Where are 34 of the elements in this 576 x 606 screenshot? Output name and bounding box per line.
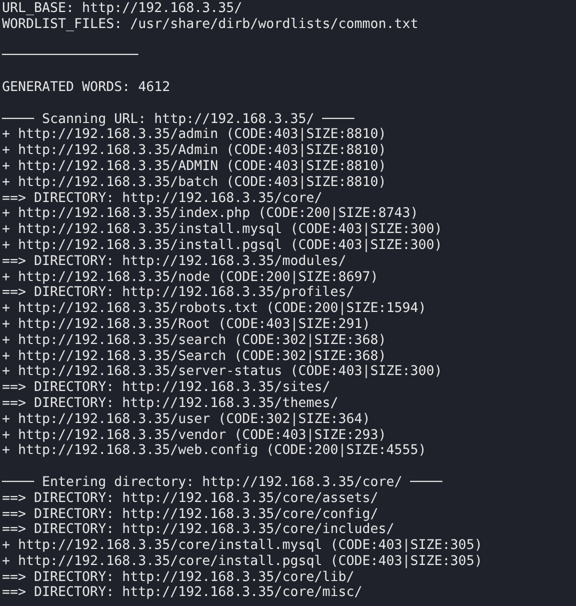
terminal-line: + http://192.168.3.35/search (CODE:302|SIZE:368) xyxy=(2,332,386,349)
terminal-line: ──── Entering directory: http://192.168.3.35/core/ ──── xyxy=(2,474,442,491)
terminal-line: WORDLIST_FILES: /usr/share/dirb/wordlists/common.txt xyxy=(2,16,418,33)
terminal-line: ==> DIRECTORY: http://192.168.3.35/sites/ xyxy=(2,380,330,396)
terminal-line: ==> DIRECTORY: http://192.168.3.35/core/assets/ xyxy=(2,490,378,506)
terminal-line: + http://192.168.3.35/install.mysql (CODE:403|SIZE:300) xyxy=(2,222,442,238)
terminal-line: ==> DIRECTORY: http://192.168.3.35/profiles/ xyxy=(2,285,354,302)
terminal-line: + http://192.168.3.35/core/install.pgsql (CODE:403|SIZE:305) xyxy=(2,554,482,570)
terminal-line: + http://192.168.3.35/Root (CODE:403|SIZE:291) xyxy=(2,316,370,333)
terminal-line: ==> DIRECTORY: http://192.168.3.35/core/config/ xyxy=(2,506,378,522)
terminal-line: + http://192.168.3.35/index.php (CODE:200|SIZE:8743) xyxy=(2,206,418,222)
terminal-line: ==> DIRECTORY: http://192.168.3.35/core/ xyxy=(2,190,322,206)
terminal-line: + http://192.168.3.35/install.pgsql (CODE:403|SIZE:300) xyxy=(2,238,442,254)
terminal-line: + http://192.168.3.35/batch (CODE:403|SIZE:8810) xyxy=(2,174,386,191)
terminal-line: + http://192.168.3.35/robots.txt (CODE:200|SIZE:1594) xyxy=(2,301,426,317)
terminal-line: + http://192.168.3.35/vendor (CODE:403|SIZE:293) xyxy=(2,428,386,444)
terminal-line: ==> DIRECTORY: http://192.168.3.35/core/includes/ xyxy=(2,522,394,538)
terminal-line: GENERATED WORDS: 4612 xyxy=(2,80,170,96)
terminal-line: + http://192.168.3.35/core/install.mysql (CODE:403|SIZE:305) xyxy=(2,538,482,554)
terminal-line: + http://192.168.3.35/ADMIN (CODE:403|SIZE:8810) xyxy=(2,158,386,175)
terminal-line: ==> DIRECTORY: http://192.168.3.35/themes/ xyxy=(2,396,338,412)
terminal-line: + http://192.168.3.35/Search (CODE:302|SIZE:368) xyxy=(2,348,386,364)
terminal-line: ==> DIRECTORY: http://192.168.3.35/modules/ xyxy=(2,254,346,270)
terminal-line: ==> DIRECTORY: http://192.168.3.35/core/lib/ xyxy=(2,570,354,586)
terminal-line: + http://192.168.3.35/admin (CODE:403|SIZE:8810) xyxy=(2,127,386,144)
terminal-line: ==> DIRECTORY: http://192.168.3.35/core/misc/ xyxy=(2,585,362,602)
terminal-line: ──── Scanning URL: http://192.168.3.35/ ──── xyxy=(2,112,354,128)
terminal-line: + http://192.168.3.35/user (CODE:302|SIZE:364) xyxy=(2,412,370,428)
terminal-line: + http://192.168.3.35/node (CODE:200|SIZE:8697) xyxy=(2,270,378,286)
terminal-line: + http://192.168.3.35/server-status (CODE:403|SIZE:300) xyxy=(2,364,442,380)
terminal-line: + http://192.168.3.35/web.config (CODE:200|SIZE:4555) xyxy=(2,443,426,460)
divider-line: ───────────────── xyxy=(2,48,138,64)
terminal-line: + http://192.168.3.35/Admin (CODE:403|SIZE:8810) xyxy=(2,143,386,159)
terminal-line: URL_BASE: http://192.168.3.35/ xyxy=(2,1,242,17)
